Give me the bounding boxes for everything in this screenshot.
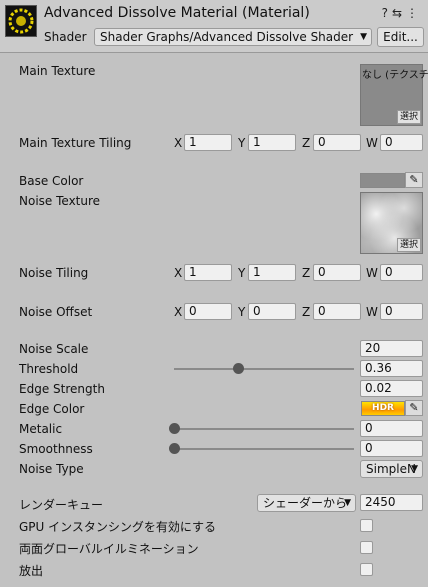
gpu-instancing-label: GPU インスタンシングを有効にする bbox=[19, 520, 217, 534]
noise-tiling-w-field[interactable]: 0 bbox=[380, 264, 423, 281]
axis-y-label: Y bbox=[238, 266, 246, 280]
double-sided-gi-checkbox[interactable] bbox=[360, 541, 373, 554]
emission-checkbox[interactable] bbox=[360, 563, 373, 576]
main-tiling-y-field[interactable]: 1 bbox=[248, 134, 296, 151]
axis-x-label: X bbox=[174, 305, 183, 319]
noise-scale-field[interactable]: 20 bbox=[360, 340, 423, 357]
noise-offset-x-field[interactable]: 0 bbox=[184, 303, 232, 320]
material-title: Advanced Dissolve Material (Material) bbox=[44, 5, 310, 21]
threshold-field[interactable]: 0.36 bbox=[360, 360, 423, 377]
noise-texture-label: Noise Texture bbox=[19, 194, 101, 208]
noise-tiling-z-field[interactable]: 0 bbox=[313, 264, 361, 281]
threshold-label: Threshold bbox=[19, 362, 79, 376]
main-tiling-z-field[interactable]: 0 bbox=[313, 134, 361, 151]
axis-w-label: W bbox=[366, 305, 378, 319]
preset-icon[interactable]: ⇆ bbox=[392, 6, 406, 20]
main-texture-select-button[interactable]: 選択 bbox=[396, 110, 421, 124]
metalic-label: Metalic bbox=[19, 422, 63, 436]
edit-shader-button[interactable]: Edit... bbox=[377, 27, 424, 47]
main-texture-slot[interactable]: なし (テクスチャ) 選択 bbox=[360, 64, 428, 126]
edge-color-hdr-swatch[interactable]: HDR bbox=[361, 401, 405, 416]
axis-x-label: X bbox=[174, 266, 183, 280]
noise-texture-slot[interactable]: 選択 bbox=[360, 192, 423, 254]
render-queue-dropdown[interactable]: シェーダーから ▼ bbox=[257, 494, 356, 512]
shader-label: Shader bbox=[44, 30, 87, 44]
main-texture-caption: なし (テクスチャ) bbox=[362, 70, 428, 81]
axis-z-label: Z bbox=[302, 305, 311, 319]
shader-dropdown-value: Shader Graphs/Advanced Dissolve Shader bbox=[100, 30, 354, 44]
material-icon bbox=[5, 5, 37, 37]
noise-tiling-x-field[interactable]: 1 bbox=[184, 264, 232, 281]
smoothness-field[interactable]: 0 bbox=[360, 440, 423, 457]
chevron-down-icon: ▼ bbox=[360, 32, 367, 42]
axis-x-label: X bbox=[174, 136, 183, 150]
header-icons: ?⇆⋮ bbox=[382, 6, 422, 20]
eyedropper-icon[interactable]: ✎ bbox=[405, 172, 423, 188]
edge-strength-field[interactable]: 0.02 bbox=[360, 380, 423, 397]
axis-y-label: Y bbox=[238, 136, 246, 150]
base-color-swatch[interactable] bbox=[360, 173, 405, 188]
render-queue-label: レンダーキュー bbox=[19, 498, 104, 512]
main-tiling-x-field[interactable]: 1 bbox=[184, 134, 232, 151]
shader-dropdown[interactable]: Shader Graphs/Advanced Dissolve Shader ▼ bbox=[94, 28, 372, 46]
smoothness-label: Smoothness bbox=[19, 442, 93, 456]
noise-offset-z-field[interactable]: 0 bbox=[313, 303, 361, 320]
render-queue-field[interactable]: 2450 bbox=[360, 494, 423, 511]
eyedropper-icon[interactable]: ✎ bbox=[405, 400, 423, 416]
metalic-slider-handle[interactable] bbox=[168, 423, 180, 434]
base-color-label: Base Color bbox=[19, 174, 84, 188]
main-texture-tiling-label: Main Texture Tiling bbox=[19, 136, 132, 150]
inspector-header: Advanced Dissolve Material (Material) ?⇆… bbox=[0, 0, 428, 53]
noise-tiling-label: Noise Tiling bbox=[19, 266, 89, 280]
main-tiling-w-field[interactable]: 0 bbox=[380, 134, 423, 151]
threshold-slider-handle[interactable] bbox=[233, 363, 245, 374]
help-icon[interactable]: ? bbox=[382, 6, 392, 20]
noise-type-value: SimpleN bbox=[366, 462, 416, 476]
main-texture-label: Main Texture bbox=[19, 64, 96, 78]
axis-z-label: Z bbox=[302, 266, 311, 280]
threshold-slider-track[interactable] bbox=[174, 368, 354, 370]
smoothness-slider-handle[interactable] bbox=[168, 443, 180, 454]
gpu-instancing-checkbox[interactable] bbox=[360, 519, 373, 532]
metalic-field[interactable]: 0 bbox=[360, 420, 423, 437]
axis-y-label: Y bbox=[238, 305, 246, 319]
noise-scale-label: Noise Scale bbox=[19, 342, 89, 356]
double-sided-gi-label: 両面グローバルイルミネーション bbox=[19, 542, 199, 556]
render-queue-dropdown-value: シェーダーから bbox=[263, 496, 348, 510]
edge-strength-label: Edge Strength bbox=[19, 382, 105, 396]
axis-z-label: Z bbox=[302, 136, 311, 150]
metalic-slider-track[interactable] bbox=[174, 428, 354, 430]
noise-texture-select-button[interactable]: 選択 bbox=[396, 238, 421, 252]
noise-type-label: Noise Type bbox=[19, 462, 84, 476]
kebab-menu-icon[interactable]: ⋮ bbox=[406, 6, 422, 20]
smoothness-slider-track[interactable] bbox=[174, 448, 354, 450]
noise-type-dropdown[interactable]: SimpleN ▼ bbox=[360, 460, 423, 478]
noise-offset-y-field[interactable]: 0 bbox=[248, 303, 296, 320]
chevron-down-icon: ▼ bbox=[411, 464, 418, 474]
noise-offset-label: Noise Offset bbox=[19, 305, 93, 319]
emission-label: 放出 bbox=[19, 564, 44, 578]
edge-color-label: Edge Color bbox=[19, 402, 85, 416]
axis-w-label: W bbox=[366, 266, 378, 280]
chevron-down-icon: ▼ bbox=[344, 498, 351, 508]
noise-tiling-y-field[interactable]: 1 bbox=[248, 264, 296, 281]
axis-w-label: W bbox=[366, 136, 378, 150]
noise-offset-w-field[interactable]: 0 bbox=[380, 303, 423, 320]
